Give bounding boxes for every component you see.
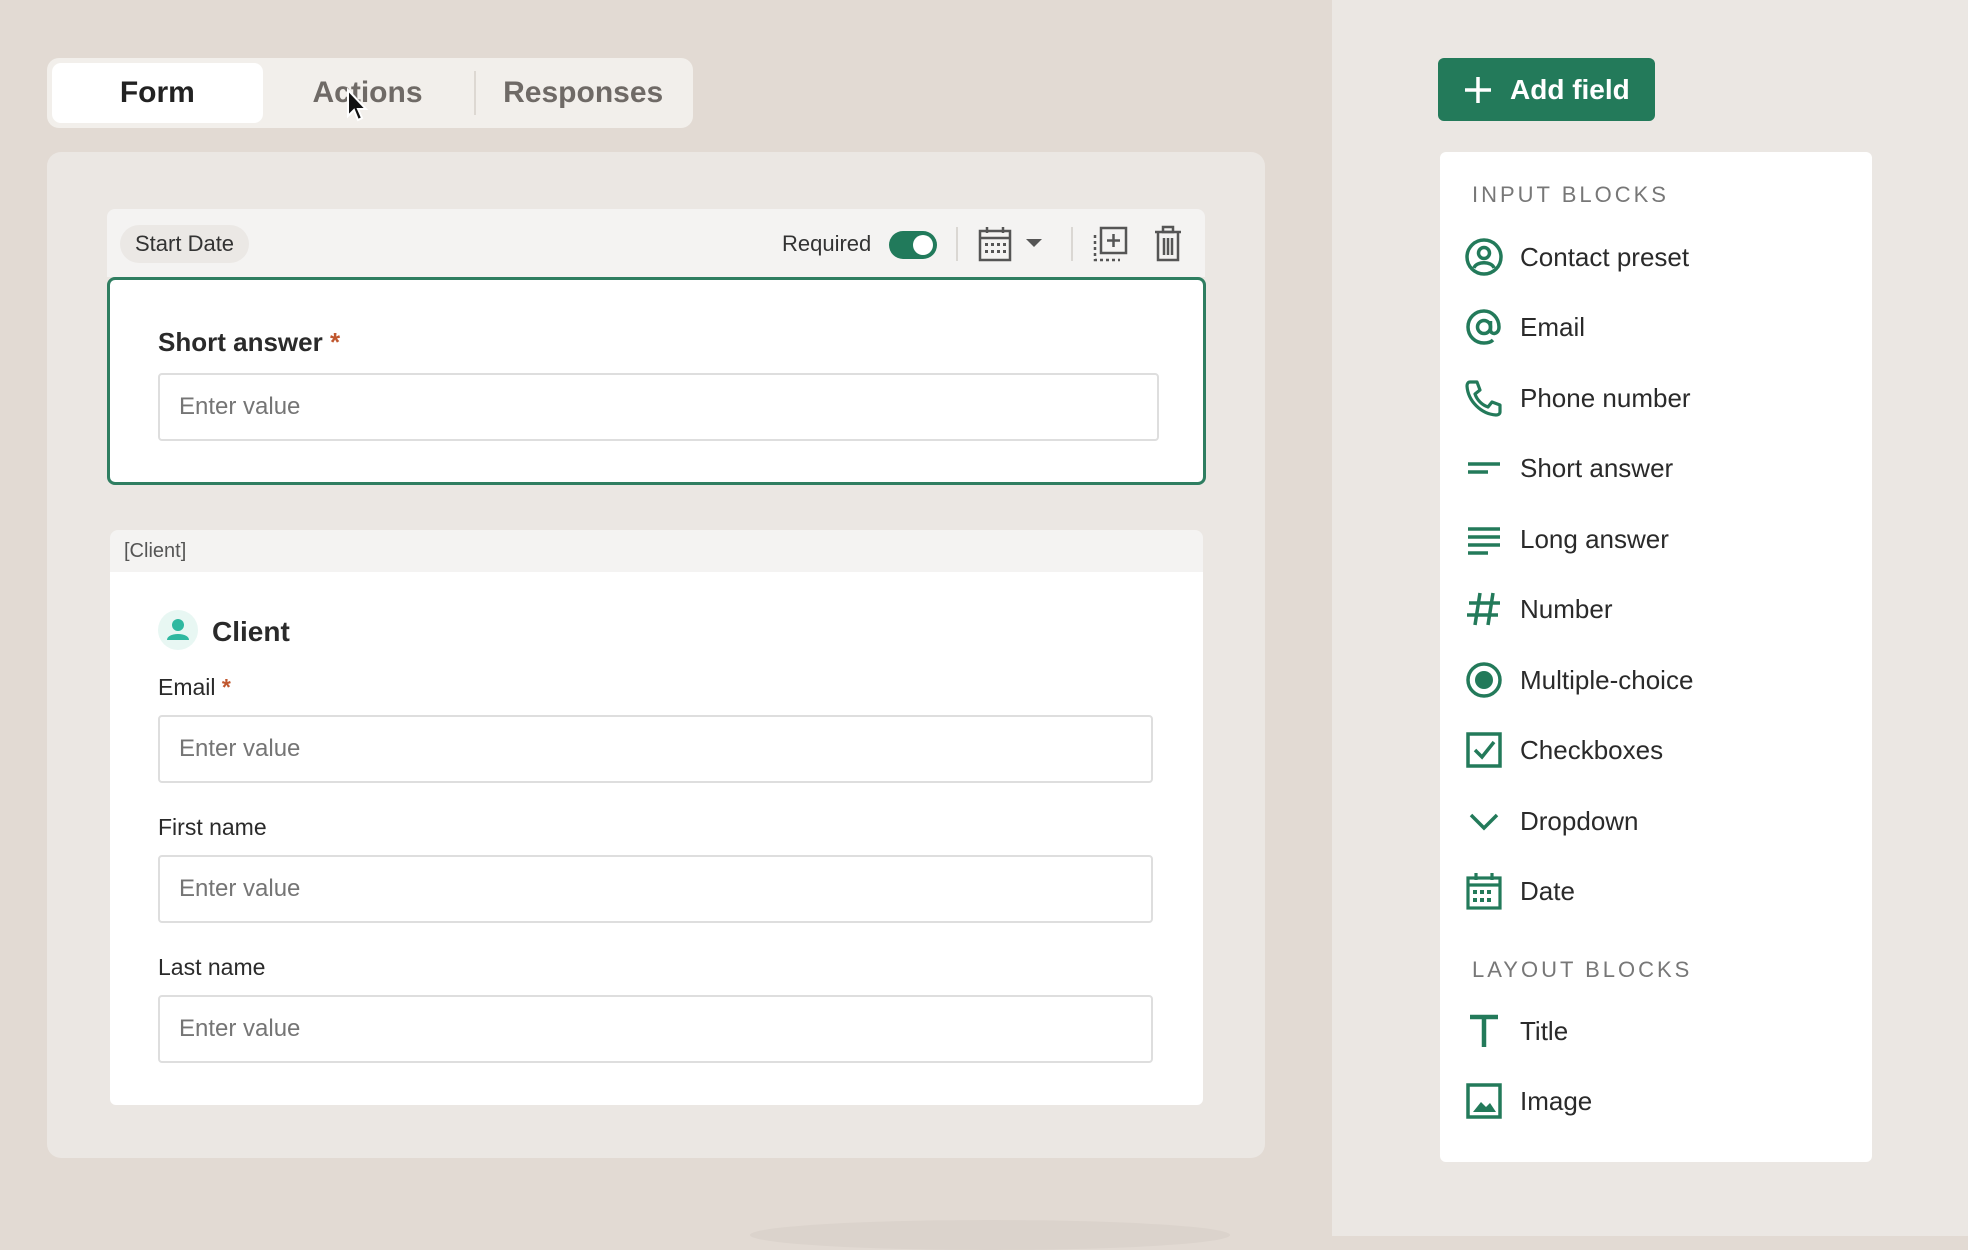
toolbar-divider — [1071, 227, 1073, 261]
input-blocks-heading: INPUT BLOCKS — [1472, 182, 1669, 207]
menu-item-label: Multiple-choice — [1520, 664, 1694, 695]
tab-form[interactable]: Form — [52, 63, 263, 123]
tab-responses[interactable]: Responses — [478, 63, 688, 123]
client-block-tag: [Client] — [124, 540, 187, 562]
menu-item-number[interactable]: Number — [1464, 581, 1854, 637]
calendar-icon[interactable] — [977, 225, 1013, 263]
client-block[interactable]: Client Email * First name Last name — [110, 572, 1203, 1105]
last-name-label: Last name — [158, 954, 266, 980]
person-icon — [167, 619, 189, 640]
email-input[interactable] — [158, 715, 1153, 783]
menu-item-label: Long answer — [1520, 523, 1669, 554]
email-label-text: Email — [158, 674, 216, 700]
short-answer-block[interactable]: Short answer * — [107, 277, 1206, 485]
at-icon — [1466, 309, 1501, 345]
hash-icon — [1467, 592, 1500, 626]
add-field-button[interactable]: Add field — [1438, 58, 1655, 121]
drop-shadow — [750, 1220, 1230, 1250]
first-name-label: First name — [158, 814, 267, 840]
title-icon — [1470, 1014, 1498, 1047]
block-toolbar: Start Date Required — [107, 209, 1205, 277]
menu-item-date[interactable]: Date — [1464, 863, 1854, 919]
long-text-icon — [1468, 527, 1500, 555]
plus-icon — [1465, 76, 1491, 103]
tab-divider — [474, 71, 477, 115]
calendar-icon — [1466, 873, 1502, 910]
trash-icon[interactable] — [1153, 225, 1183, 263]
menu-item-long-answer[interactable]: Long answer — [1464, 511, 1854, 567]
field-title-text: Short answer — [158, 327, 323, 357]
menu-item-checkboxes[interactable]: Checkboxes — [1464, 722, 1854, 778]
mouse-cursor-icon — [347, 88, 369, 122]
image-icon — [1466, 1083, 1502, 1119]
last-name-input[interactable] — [158, 995, 1153, 1063]
menu-item-dropdown[interactable]: Dropdown — [1464, 793, 1854, 849]
required-star: * — [329, 327, 341, 357]
avatar — [158, 610, 198, 650]
menu-item-phone-number[interactable]: Phone number — [1464, 370, 1854, 426]
menu-item-short-answer[interactable]: Short answer — [1464, 440, 1854, 496]
chevron-down-icon[interactable] — [1025, 237, 1043, 249]
menu-item-label: Checkboxes — [1520, 734, 1664, 765]
field-name-chip[interactable]: Start Date — [120, 225, 250, 263]
client-title: Client — [212, 616, 290, 647]
radio-icon — [1466, 662, 1502, 698]
menu-item-label: Dropdown — [1520, 805, 1639, 836]
menu-item-multiple-choice[interactable]: Multiple-choice — [1464, 652, 1854, 708]
duplicate-icon[interactable] — [1091, 225, 1129, 263]
toolbar-divider — [956, 227, 958, 261]
menu-item-label: Contact preset — [1520, 241, 1690, 272]
menu-item-contact-preset[interactable]: Contact preset — [1464, 229, 1854, 285]
client-block-header: [Client] — [110, 530, 1203, 572]
layout-blocks-heading: LAYOUT BLOCKS — [1472, 957, 1693, 982]
menu-item-email[interactable]: Email — [1464, 299, 1854, 355]
field-title: Short answer * — [158, 327, 340, 358]
short-answer-input[interactable] — [158, 373, 1159, 441]
menu-item-label: Email — [1520, 311, 1586, 342]
menu-item-label: Date — [1520, 875, 1575, 906]
menu-item-label: Title — [1520, 1015, 1569, 1046]
add-field-label: Add field — [1510, 73, 1630, 105]
menu-item-label: Phone number — [1520, 382, 1691, 413]
email-label: Email * — [158, 674, 231, 701]
checkbox-icon — [1466, 732, 1502, 768]
menu-item-label: Number — [1520, 593, 1613, 624]
first-name-input[interactable] — [158, 855, 1153, 923]
menu-item-image[interactable]: Image — [1464, 1073, 1854, 1129]
phone-icon — [1465, 380, 1502, 417]
required-label: Required — [782, 231, 872, 256]
tab-bar: Form Actions Responses — [47, 58, 693, 128]
contact-icon — [1465, 238, 1503, 276]
required-star: * — [221, 674, 231, 700]
chevron-down-icon — [1469, 813, 1499, 831]
menu-item-label: Image — [1520, 1085, 1593, 1116]
menu-item-title[interactable]: Title — [1464, 1003, 1854, 1059]
menu-item-label: Short answer — [1520, 452, 1674, 483]
required-toggle[interactable] — [889, 231, 937, 259]
short-text-icon — [1468, 462, 1500, 474]
block-menu: INPUT BLOCKS Contact preset Email Phone … — [1440, 152, 1872, 1162]
